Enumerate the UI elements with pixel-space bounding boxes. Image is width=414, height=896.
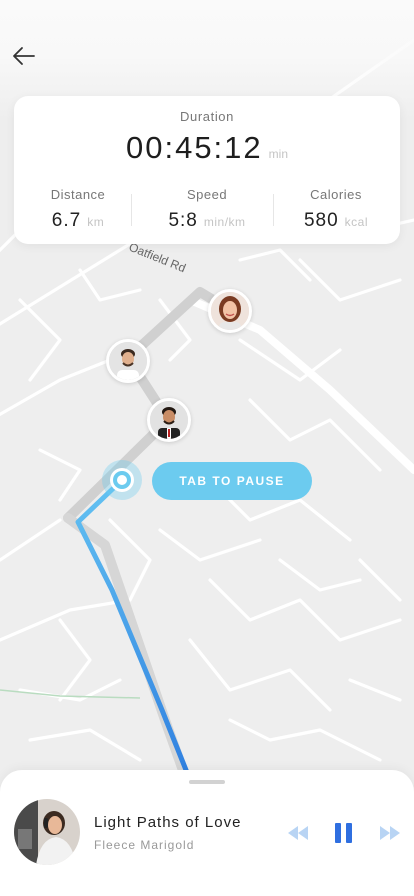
album-art[interactable] <box>14 799 80 865</box>
rewind-icon <box>288 826 308 840</box>
calories-metric: Calories 580 kcal <box>272 187 400 232</box>
album-cover-icon <box>14 799 80 865</box>
distance-metric: Distance 6.7 km <box>14 187 142 232</box>
calories-label: Calories <box>310 187 362 202</box>
song-artist: Fleece Marigold <box>94 838 195 852</box>
calories-unit: kcal <box>344 215 369 229</box>
music-player: Light Paths of Love Fleece Marigold <box>0 770 414 896</box>
distance-label: Distance <box>50 187 106 202</box>
drag-handle[interactable] <box>189 780 225 784</box>
pause-button[interactable] <box>333 822 355 849</box>
pause-icon <box>335 823 352 843</box>
speed-unit: min/km <box>203 215 246 229</box>
rewind-button[interactable] <box>286 824 310 847</box>
man-avatar-icon <box>150 401 188 439</box>
tap-to-pause-button[interactable]: TAB TO PAUSE <box>152 462 312 500</box>
duration-value: 00:45:12 <box>125 130 263 165</box>
back-button[interactable] <box>8 40 40 72</box>
stats-card: Duration 00:45:12 min Distance 6.7 km Sp… <box>14 96 400 244</box>
speed-metric: Speed 5:8 min/km <box>143 187 271 232</box>
speed-label: Speed <box>186 187 228 202</box>
fast-forward-button[interactable] <box>378 824 402 847</box>
friend-avatar-woman[interactable] <box>208 289 252 333</box>
distance-value: 6.7 <box>51 210 82 231</box>
calories-value: 580 <box>303 210 339 231</box>
duration-row: 00:45:12 min <box>14 130 400 166</box>
current-location-marker <box>102 460 142 500</box>
duration-unit: min <box>268 147 288 161</box>
fast-forward-icon <box>380 826 400 840</box>
speed-value: 5:8 <box>168 210 198 231</box>
metric-divider <box>131 194 132 226</box>
woman-avatar-icon <box>211 292 249 330</box>
man-avatar-icon <box>109 342 147 380</box>
friend-avatar-man-2[interactable] <box>147 398 191 442</box>
arrow-left-icon <box>13 47 35 65</box>
song-title: Light Paths of Love <box>94 814 242 831</box>
friend-avatar-man-1[interactable] <box>106 339 150 383</box>
distance-unit: km <box>87 215 105 229</box>
duration-label: Duration <box>180 109 234 124</box>
